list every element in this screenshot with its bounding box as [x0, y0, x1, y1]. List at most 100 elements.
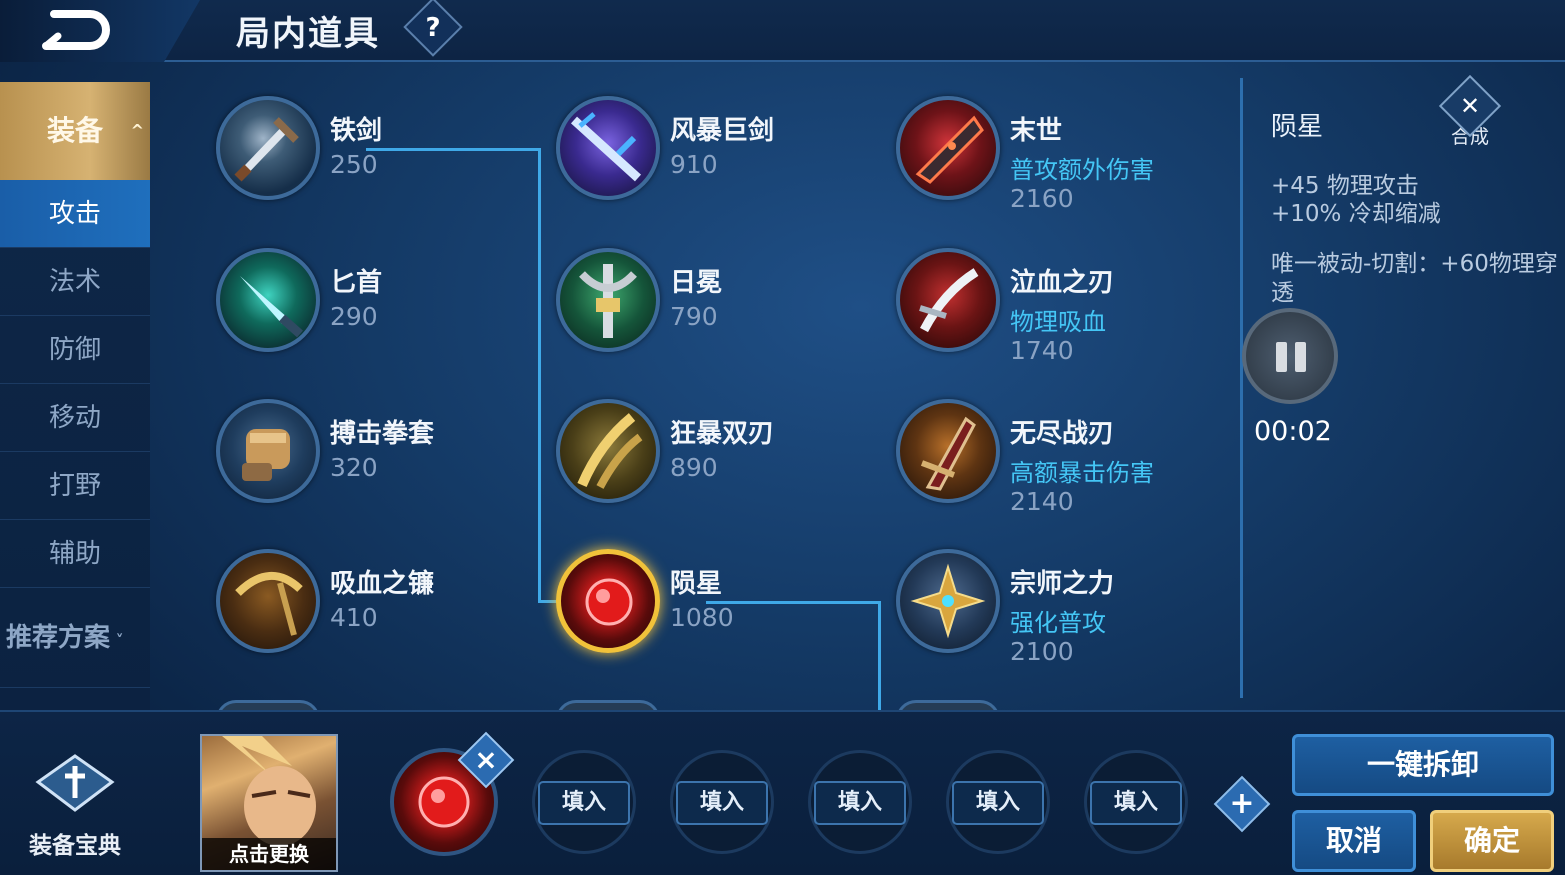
item-price: 2140 — [1010, 487, 1074, 516]
item-card[interactable]: 风暴巨剑 910 — [556, 96, 876, 216]
recommend-label: 推荐方案 — [6, 623, 111, 653]
doomsday-icon — [896, 96, 1000, 200]
lifesteal-scythe-icon — [216, 549, 320, 653]
item-peek — [896, 700, 1000, 710]
back-arrow-icon — [42, 10, 110, 50]
corona-icon — [556, 248, 660, 352]
item-peek — [556, 700, 660, 710]
item-price: 1740 — [1010, 336, 1074, 365]
item-price: 2160 — [1010, 184, 1074, 213]
item-grid: 铁剑 250 匕首 290 搏击拳套 320 吸血之镰 410 风暴巨剑 910 — [150, 62, 1240, 710]
item-peek — [216, 700, 320, 710]
detail-stat: +10% 冷却缩减 — [1271, 201, 1441, 227]
item-card[interactable]: 末世 普攻额外伤害 2160 — [896, 96, 1216, 216]
equip-slot-empty[interactable]: 填入 — [808, 750, 912, 854]
help-button[interactable]: ? — [403, 0, 463, 57]
fill-button[interactable]: 填入 — [952, 781, 1044, 825]
equipment-codex-button[interactable]: 装备宝典 — [0, 752, 150, 875]
boxing-glove-icon — [216, 399, 320, 503]
fill-button[interactable]: 填入 — [1090, 781, 1182, 825]
equip-slot-empty[interactable]: 填入 — [670, 750, 774, 854]
hero-portrait[interactable]: 点击更换 — [200, 734, 338, 872]
sidebar-item-defense[interactable]: 防御 — [0, 316, 150, 384]
hero-change-label: 点击更换 — [202, 838, 336, 870]
fill-button[interactable]: 填入 — [676, 781, 768, 825]
item-name: 末世 — [1010, 116, 1063, 146]
item-card[interactable]: 泣血之刃 物理吸血 1740 — [896, 248, 1216, 368]
bottom-bar: 装备宝典 点击更换 × 填入 填入 填入 填入 填入 + 一键拆卸 取消 确定 — [0, 710, 1565, 875]
item-tag: 强化普攻 — [1010, 609, 1106, 637]
sidebar-item-jungle[interactable]: 打野 — [0, 452, 150, 520]
fill-button[interactable]: 填入 — [814, 781, 906, 825]
equip-slot-empty[interactable]: 填入 — [1084, 750, 1188, 854]
berserk-blades-icon — [556, 399, 660, 503]
item-name: 无尽战刃 — [1010, 419, 1115, 449]
sidebar-item-support[interactable]: 辅助 — [0, 520, 150, 588]
item-card[interactable]: 搏击拳套 320 — [216, 399, 536, 519]
storm-greatsword-icon — [556, 96, 660, 200]
item-name: 泣血之刃 — [1010, 268, 1115, 298]
infinity-edge-icon — [896, 399, 1000, 503]
question-icon: ? — [425, 12, 441, 43]
fill-button[interactable]: 填入 — [538, 781, 630, 825]
meteor-icon — [556, 549, 660, 653]
item-card-selected[interactable]: 陨星 1080 — [556, 549, 876, 669]
confirm-button[interactable]: 确定 — [1430, 810, 1554, 872]
item-tag: 高额暴击伤害 — [1010, 459, 1154, 487]
sidebar-header-label: 装备 — [46, 114, 103, 147]
sidebar-recommend[interactable]: 推荐方案 ˅ — [0, 600, 150, 688]
tree-connector — [538, 600, 558, 603]
item-price: 2100 — [1010, 637, 1074, 666]
compose-button[interactable]: ✕ 合成 — [1438, 74, 1502, 156]
sidebar-item-magic[interactable]: 法术 — [0, 248, 150, 316]
equip-slot-empty[interactable]: 填入 — [532, 750, 636, 854]
pause-button[interactable] — [1242, 308, 1338, 404]
codex-label: 装备宝典 — [29, 833, 121, 859]
item-name: 陨星 — [670, 569, 723, 599]
cancel-button[interactable]: 取消 — [1292, 810, 1416, 872]
item-price: 290 — [330, 302, 378, 331]
hero-avatar — [222, 736, 316, 846]
item-card[interactable]: 铁剑 250 — [216, 96, 536, 216]
sidebar-item-attack[interactable]: 攻击 — [0, 180, 150, 248]
sidebar-header-equipment[interactable]: 装备 ^ — [0, 82, 150, 180]
page-title: 局内道具 — [236, 14, 380, 54]
iron-sword-icon — [216, 96, 320, 200]
item-price: 320 — [330, 453, 378, 482]
equip-slot-empty[interactable]: 填入 — [946, 750, 1050, 854]
unequip-all-button[interactable]: 一键拆卸 — [1292, 734, 1554, 796]
item-price: 890 — [670, 453, 718, 482]
item-card[interactable]: 日冕 790 — [556, 248, 876, 368]
tree-connector — [878, 601, 881, 710]
item-price: 410 — [330, 603, 378, 632]
bloodweep-blade-icon — [896, 248, 1000, 352]
item-card[interactable]: 狂暴双刃 890 — [556, 399, 876, 519]
item-tag: 普攻额外伤害 — [1010, 156, 1154, 184]
item-name: 日冕 — [670, 268, 723, 298]
item-price: 790 — [670, 302, 718, 331]
chevron-down-icon: ˅ — [110, 631, 124, 650]
masters-might-icon — [896, 549, 1000, 653]
chevron-up-icon: ^ — [130, 121, 144, 140]
detail-item-name: 陨星 — [1271, 112, 1324, 142]
item-name: 宗师之力 — [1010, 569, 1115, 599]
item-name: 风暴巨剑 — [670, 116, 775, 146]
dagger-icon — [216, 248, 320, 352]
item-name: 吸血之镰 — [330, 569, 435, 599]
book-icon — [35, 754, 115, 812]
item-card[interactable]: 宗师之力 强化普攻 2100 — [896, 549, 1216, 669]
item-tag: 物理吸血 — [1010, 308, 1106, 336]
item-card[interactable]: 吸血之镰 410 — [216, 549, 536, 669]
item-name: 匕首 — [330, 268, 383, 298]
item-card[interactable]: 无尽战刃 高额暴击伤害 2140 — [896, 399, 1216, 519]
item-price: 910 — [670, 150, 718, 179]
add-slot-button[interactable]: + — [1213, 775, 1271, 833]
item-card[interactable]: 匕首 290 — [216, 248, 536, 368]
item-price: 1080 — [670, 603, 734, 632]
tree-connector — [538, 148, 541, 602]
close-icon: × — [474, 743, 498, 776]
back-button[interactable] — [0, 0, 200, 62]
item-price: 250 — [330, 150, 378, 179]
item-name: 狂暴双刃 — [670, 419, 775, 449]
sidebar-item-movement[interactable]: 移动 — [0, 384, 150, 452]
